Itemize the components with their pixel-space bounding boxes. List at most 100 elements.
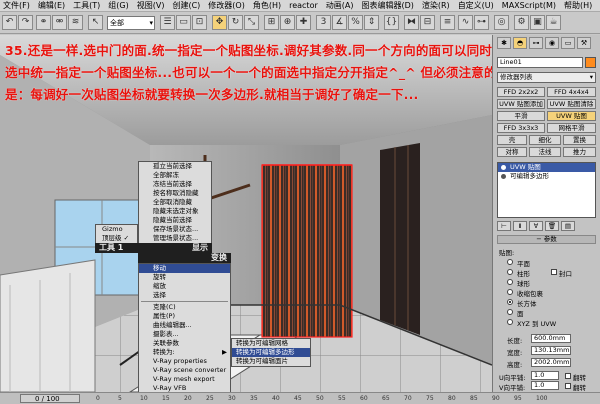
quad-top-level[interactable]: 顶层级 ✓ <box>96 234 137 243</box>
hierarchy-tab-icon[interactable]: ⊶ <box>529 37 543 49</box>
push-button[interactable]: 推力 <box>563 147 596 157</box>
quad-hide-unselected[interactable]: 隐藏未选定对象 <box>139 207 211 216</box>
select-by-name-icon[interactable]: ☰ <box>160 15 175 30</box>
menu-group[interactable]: 组(G) <box>108 0 128 11</box>
create-tab-icon[interactable]: ✱ <box>497 37 511 49</box>
quad-select[interactable]: 选择 <box>139 291 230 300</box>
u-flip-checkbox[interactable] <box>565 373 571 379</box>
quad-vray-vfb[interactable]: V-Ray VFB <box>139 384 230 392</box>
menu-file[interactable]: 文件(F) <box>3 0 30 11</box>
view-icon[interactable]: ⊞ <box>264 15 279 30</box>
uvw-map-clear-button[interactable]: UVW 贴图清除 <box>547 99 596 109</box>
quad-rotate[interactable]: 旋转 <box>139 273 230 282</box>
menu-modifiers[interactable]: 修改器(O) <box>208 0 245 11</box>
stack-item-editable-poly[interactable]: 可编辑多边形 <box>498 172 595 181</box>
u-tile-spinner[interactable]: 1.0 <box>531 371 559 380</box>
menu-graph-editors[interactable]: 图表编辑器(D) <box>361 0 413 11</box>
percent-snap-icon[interactable]: % <box>348 15 363 30</box>
modifier-list-dropdown[interactable]: 修改器列表 ▾ <box>497 72 596 83</box>
unlink-icon[interactable]: ⚮ <box>52 15 67 30</box>
menu-tools[interactable]: 工具(T) <box>73 0 100 11</box>
rect-select-icon[interactable]: ▭ <box>176 15 191 30</box>
object-name-field[interactable]: Line01 <box>497 57 583 68</box>
menu-help[interactable]: 帮助(H) <box>564 0 592 11</box>
render-setup-icon[interactable]: ⚙ <box>514 15 529 30</box>
window-crossing-icon[interactable]: ⊡ <box>192 15 207 30</box>
make-unique-icon[interactable]: ∀ <box>529 221 543 231</box>
radio-face[interactable] <box>507 309 513 315</box>
menu-views[interactable]: 视图(V) <box>137 0 165 11</box>
symmetry-button[interactable]: 对称 <box>497 147 527 157</box>
quad-unhide-all[interactable]: 全部取消隐藏 <box>139 198 211 207</box>
convert-editable-poly[interactable]: 转换为可编辑多边形 <box>232 348 310 357</box>
smooth-button[interactable]: 平滑 <box>497 111 545 121</box>
rotate-icon[interactable]: ↻ <box>228 15 243 30</box>
v-flip-checkbox[interactable] <box>565 383 571 389</box>
v-tile-spinner[interactable]: 1.0 <box>531 381 559 390</box>
render-frame-icon[interactable]: ▣ <box>530 15 545 30</box>
ffd-222-button[interactable]: FFD 2x2x2 <box>497 87 545 97</box>
quad-properties[interactable]: 属性(P) <box>139 312 230 321</box>
object-color-swatch[interactable] <box>585 57 596 68</box>
convert-editable-patch[interactable]: 转换为可编辑面片 <box>232 357 310 366</box>
manipulate-icon[interactable]: ✚ <box>296 15 311 30</box>
menu-character[interactable]: 角色(H) <box>253 0 281 11</box>
quad-scale[interactable]: 缩放 <box>139 282 230 291</box>
quick-render-icon[interactable]: ☕ <box>546 15 561 30</box>
width-spinner[interactable]: 130.13mm <box>531 346 571 355</box>
radio-spherical[interactable] <box>507 279 513 285</box>
quad-convert-to[interactable]: 转换为: ▶ <box>139 348 230 357</box>
height-spinner[interactable]: 2002.0mm <box>531 358 571 367</box>
scale-icon[interactable]: ⤡ <box>244 15 259 30</box>
convert-editable-mesh[interactable]: 转换为可编辑网格 <box>232 339 310 348</box>
utilities-tab-icon[interactable]: ⚒ <box>577 37 591 49</box>
undo-icon[interactable]: ↶ <box>2 15 17 30</box>
spinner-snap-icon[interactable]: ⇕ <box>364 15 379 30</box>
ffd-444-button[interactable]: FFD 4x4x4 <box>547 87 596 97</box>
meshsmooth-button[interactable]: 网格平滑 <box>547 123 596 133</box>
schematic-icon[interactable]: ⊶ <box>474 15 489 30</box>
configure-sets-icon[interactable]: ▤ <box>561 221 575 231</box>
modify-tab-icon[interactable]: ◓ <box>513 37 527 49</box>
menu-create[interactable]: 创建(C) <box>172 0 200 11</box>
bind-warp-icon[interactable]: ≋ <box>68 15 83 30</box>
selection-filter-dropdown[interactable]: 全部 ▾ <box>107 16 155 30</box>
quad-save-scene-state[interactable]: 保存场景状态... <box>139 225 211 234</box>
quad-unfreeze-all[interactable]: 全部解冻 <box>139 171 211 180</box>
tessellate-button[interactable]: 细化 <box>529 135 561 145</box>
quad-vray-properties[interactable]: V-Ray properties <box>139 357 230 366</box>
align-icon[interactable]: ⊟ <box>420 15 435 30</box>
quad-hide-selection[interactable]: 隐藏当前选择 <box>139 216 211 225</box>
quad-dope-sheet[interactable]: 摄影表... <box>139 330 230 339</box>
displace-button[interactable]: 置换 <box>563 135 596 145</box>
display-tab-icon[interactable]: ▭ <box>561 37 575 49</box>
select-icon[interactable]: ↖ <box>88 15 103 30</box>
ffd-333-button[interactable]: FFD 3x3x3 <box>497 123 545 133</box>
radio-cylindrical[interactable] <box>507 269 513 275</box>
stack-item-uvw-map[interactable]: UVW 贴图 <box>498 163 595 172</box>
quad-freeze-selection[interactable]: 冻结当前选择 <box>139 180 211 189</box>
radio-xyz-to-uvw[interactable] <box>507 319 513 325</box>
material-editor-icon[interactable]: ◎ <box>494 15 509 30</box>
shell-button[interactable]: 壳 <box>497 135 527 145</box>
uvw-map-button[interactable]: UVW 贴图 <box>547 111 596 121</box>
link-icon[interactable]: ⚭ <box>36 15 51 30</box>
menu-edit[interactable]: 编辑(E) <box>38 0 65 11</box>
quad-manage-scene-state[interactable]: 管理场景状态... <box>139 234 211 243</box>
layer-icon[interactable]: ≡ <box>440 15 455 30</box>
redo-icon[interactable]: ↷ <box>18 15 33 30</box>
quad-curve-editor[interactable]: 曲线编辑器... <box>139 321 230 330</box>
menu-rendering[interactable]: 渲染(R) <box>422 0 450 11</box>
cap-checkbox[interactable] <box>551 269 557 275</box>
snap-3d-icon[interactable]: 3 <box>316 15 331 30</box>
show-end-result-icon[interactable]: Ⅱ <box>513 221 527 231</box>
move-icon[interactable]: ✥ <box>212 15 227 30</box>
menu-maxscript[interactable]: MAXScript(M) <box>502 1 556 10</box>
quad-vray-mesh-export[interactable]: V-Ray mesh export <box>139 375 230 384</box>
uvw-map-add-button[interactable]: UVW 贴图添加 <box>497 99 545 109</box>
pivot-icon[interactable]: ⊕ <box>280 15 295 30</box>
mirror-icon[interactable]: ⧓ <box>404 15 419 30</box>
quad-move[interactable]: 移动 <box>139 264 230 273</box>
normal-button[interactable]: 法线 <box>529 147 561 157</box>
remove-modifier-icon[interactable]: 🗑 <box>545 221 559 231</box>
